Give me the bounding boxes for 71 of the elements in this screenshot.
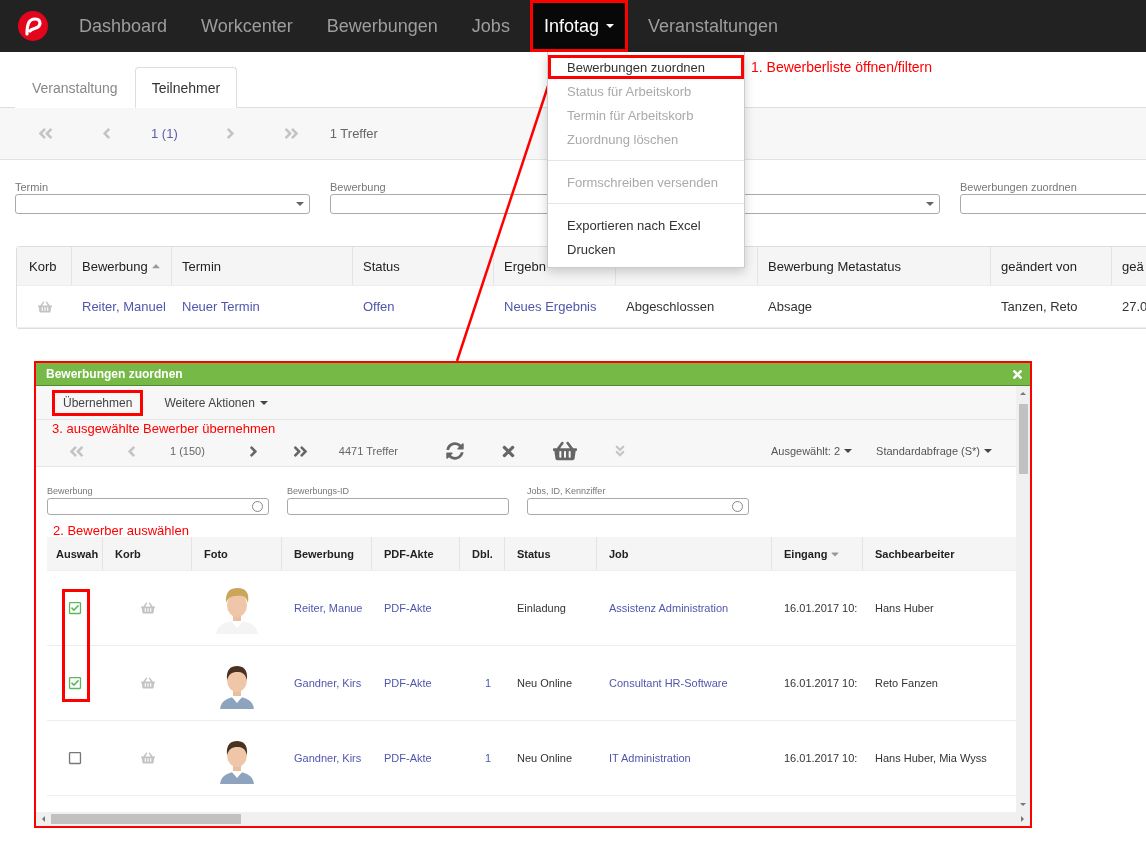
nav-item[interactable]: Workcenter xyxy=(187,0,307,52)
column-header[interactable]: Foto xyxy=(192,537,282,570)
field-label: Bewerbung xyxy=(47,485,94,498)
table-link[interactable]: PDF-Akte xyxy=(384,602,432,614)
table-link[interactable]: Consultant HR-Software xyxy=(609,677,728,689)
table-cell: Hans Huber xyxy=(875,602,934,614)
table-cell: Hans Huber, Mia Wyss xyxy=(875,752,987,764)
duplicate-count[interactable]: 1 xyxy=(484,677,491,689)
toolbar-button[interactable]: Weitere Aktionen xyxy=(153,389,279,416)
table-link[interactable]: PDF-Akte xyxy=(384,752,432,764)
column-header[interactable]: PDF-Akte xyxy=(372,537,460,570)
column-header[interactable]: Korb xyxy=(17,247,72,285)
menu-item[interactable]: Exportieren nach Excel xyxy=(548,213,744,237)
page-indicator: 1 (150) xyxy=(170,445,205,457)
column-header[interactable]: Status xyxy=(505,537,597,570)
table-link[interactable]: Assistenz Administration xyxy=(609,602,729,614)
hit-count: 1 Treffer xyxy=(329,126,378,141)
table-cell: Reto Fanzen xyxy=(875,677,938,689)
column-header[interactable]: Status xyxy=(353,247,494,285)
column-header[interactable]: Bewerbung xyxy=(72,247,172,285)
field-label: Termin xyxy=(15,181,49,194)
column-header[interactable]: Eingang xyxy=(772,537,863,570)
table-link[interactable]: Offen xyxy=(363,299,395,314)
menu-item[interactable]: Bewerbungen zuordnen xyxy=(548,55,744,79)
column-header[interactable]: Bewerbung Metastatus xyxy=(758,247,991,285)
dialog-title: Bewerbungen zuordnen xyxy=(46,367,183,381)
table-link[interactable]: Reiter, Manue xyxy=(294,602,363,614)
nav-item[interactable]: Bewerbungen xyxy=(312,0,452,52)
table-cell: Neu Online xyxy=(517,752,573,764)
field-label: Bewerbungs-ID xyxy=(287,485,351,498)
table-link[interactable]: Neues Ergebnis xyxy=(504,299,597,314)
annotation-text: 1. Bewerberliste öffnen/filtern xyxy=(751,59,933,75)
duplicate-count[interactable]: 1 xyxy=(484,752,491,764)
nav-item[interactable]: Dashboard xyxy=(65,0,182,52)
tab[interactable]: Teilnehmer xyxy=(134,67,238,108)
column-header[interactable]: Korb xyxy=(103,537,192,570)
table-link[interactable]: Gandner, Kirs xyxy=(294,677,362,689)
column-header[interactable]: Job xyxy=(597,537,772,570)
nav-item[interactable]: Jobs xyxy=(457,0,524,52)
table-link[interactable]: IT Administration xyxy=(609,752,691,764)
column-header[interactable]: Dbl. xyxy=(460,537,505,570)
column-header[interactable]: geä xyxy=(1112,247,1146,285)
column-header[interactable]: Auswah xyxy=(47,537,103,570)
dropdown-button[interactable]: Ausgewählt: 2 xyxy=(770,445,853,457)
table-cell: Absage xyxy=(768,299,813,314)
table-cell: Abgeschlossen xyxy=(626,299,715,314)
table-cell: Neu Online xyxy=(517,677,573,689)
table-cell: 16.01.2017 10: xyxy=(784,752,858,764)
table-link[interactable]: PDF-Akte xyxy=(384,677,432,689)
column-header[interactable]: geändert von xyxy=(991,247,1112,285)
menu-item[interactable]: Drucken xyxy=(548,237,744,261)
field-label: Bewerbungen zuordnen xyxy=(960,181,1078,194)
table-cell: Einladung xyxy=(517,602,566,614)
field-label: Jobs, ID, Kennziffer xyxy=(527,485,607,498)
toolbar-button[interactable]: Übernehmen xyxy=(52,389,144,416)
hit-count: 4471 Treffer xyxy=(338,445,398,457)
annotation-text: 3. ausgewählte Bewerber übernehmen xyxy=(52,421,276,436)
table-cell: 16.01.2017 10: xyxy=(784,602,858,614)
table-link[interactable]: Neuer Termin xyxy=(182,299,260,314)
table-link[interactable]: Gandner, Kirs xyxy=(294,752,362,764)
nav-item[interactable]: Infotag xyxy=(529,0,628,52)
nav-item[interactable]: Veranstaltungen xyxy=(633,0,793,52)
table-cell: Tanzen, Reto xyxy=(1001,299,1078,314)
column-header[interactable]: Bewerbung xyxy=(282,537,372,570)
table-cell: 16.01.2017 10: xyxy=(784,677,858,689)
table-cell: 27.0 xyxy=(1122,299,1146,314)
annotation-text: 2. Bewerber auswählen xyxy=(53,523,189,538)
table-link[interactable]: Reiter, Manuel xyxy=(82,299,166,314)
page-indicator: 1 (1) xyxy=(151,126,178,141)
column-header[interactable]: Termin xyxy=(172,247,353,285)
dropdown-button[interactable]: Standardabfrage (S*) xyxy=(876,445,992,457)
